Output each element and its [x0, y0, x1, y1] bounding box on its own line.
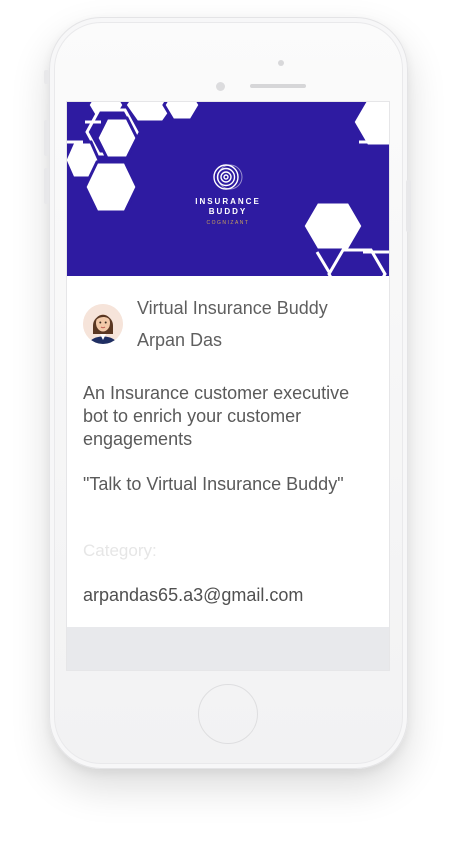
phone-screen: INSURANCE BUDDY COGNIZANT Virtual Insura…: [67, 102, 389, 670]
app-title[interactable]: Virtual Insurance Buddy: [137, 298, 328, 319]
volume-up-button: [44, 120, 49, 156]
app-description: An Insurance customer executive bot to e…: [83, 383, 350, 449]
logo-text-insurance: INSURANCE: [195, 197, 261, 206]
brand-logo: INSURANCE BUDDY COGNIZANT: [67, 162, 389, 226]
power-button: [406, 180, 411, 232]
mute-switch: [44, 70, 49, 84]
author-name: Arpan Das: [137, 330, 223, 350]
author-avatar: [83, 304, 123, 344]
invocation-phrase: "Talk to Virtual Insurance Buddy": [83, 474, 344, 494]
logo-text-cognizant: COGNIZANT: [206, 220, 250, 226]
concentric-circles-logo-icon: [213, 164, 243, 190]
app-banner: INSURANCE BUDDY COGNIZANT: [67, 102, 389, 276]
logo-text-buddy: BUDDY: [208, 207, 248, 216]
footer-bar: [67, 627, 389, 670]
volume-down-button: [44, 168, 49, 204]
earpiece-speaker: [250, 84, 306, 88]
contact-email[interactable]: arpandas65.a3@gmail.com: [83, 585, 303, 606]
proximity-sensor: [216, 82, 225, 91]
home-button[interactable]: [198, 684, 258, 744]
front-camera: [278, 60, 284, 66]
woman-avatar-icon: [83, 304, 123, 344]
app-header: Virtual Insurance Buddy Arpan Das: [83, 296, 383, 356]
category-label: Category:: [83, 541, 157, 560]
